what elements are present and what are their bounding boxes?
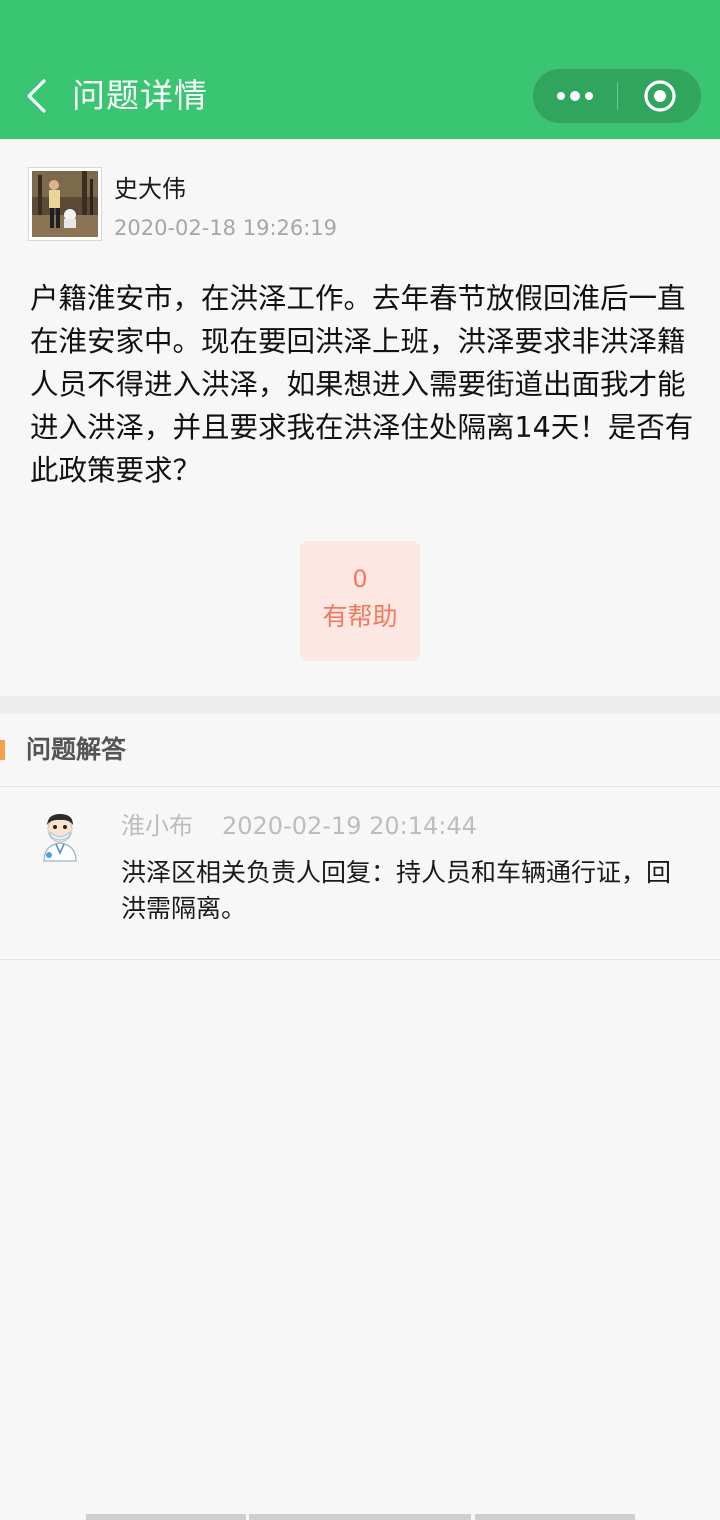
helpful-label: 有帮助 (322, 602, 398, 631)
page-title: 问题详情 (72, 76, 208, 115)
chevron-left-icon (27, 79, 46, 113)
answers-section-header: 问题解答 (0, 714, 720, 786)
bottom-indicator-segment (86, 1514, 246, 1520)
answer-item: 淮小布 2020-02-19 20:14:44 洪泽区相关负责人回复：持人员和车… (0, 787, 720, 959)
section-divider (0, 696, 720, 714)
close-button[interactable] (619, 69, 701, 123)
section-accent-bar (0, 740, 5, 760)
bottom-indicator-segment (249, 1514, 471, 1520)
post-timestamp: 2020-02-18 19:26:19 (114, 216, 338, 240)
avatar-photo (32, 171, 98, 237)
answerer-avatar (36, 811, 84, 863)
bottom-indicator-segment (475, 1514, 635, 1520)
answer-author: 淮小布 (121, 812, 193, 840)
mini-program-capsule (532, 68, 702, 124)
nav-bar: 问题详情 (0, 0, 720, 139)
author-avatar[interactable] (28, 167, 102, 241)
helpful-count: 0 (352, 565, 368, 593)
answer-content: 洪泽区相关负责人回复：持人员和车辆通行证，回洪需隔离。 (121, 858, 672, 923)
answer-divider (0, 959, 720, 960)
more-button[interactable] (533, 69, 617, 123)
capsule-divider (617, 82, 618, 110)
more-dots-icon (557, 91, 593, 101)
answer-timestamp: 2020-02-19 20:14:44 (222, 812, 477, 840)
author-name: 史大伟 (114, 175, 186, 203)
question-card: 史大伟 2020-02-18 19:26:19 户籍淮安市，在洪泽工作。去年春节… (0, 139, 720, 696)
question-content: 户籍淮安市，在洪泽工作。去年春节放假回淮后一直在淮安家中。现在要回洪泽上班，洪泽… (30, 282, 694, 487)
answers-section-title: 问题解答 (26, 735, 127, 764)
helpful-button[interactable]: 0 有帮助 (300, 541, 420, 661)
target-circle-icon (644, 80, 676, 112)
doctor-mascot-icon (43, 814, 77, 862)
back-button[interactable] (14, 74, 58, 118)
